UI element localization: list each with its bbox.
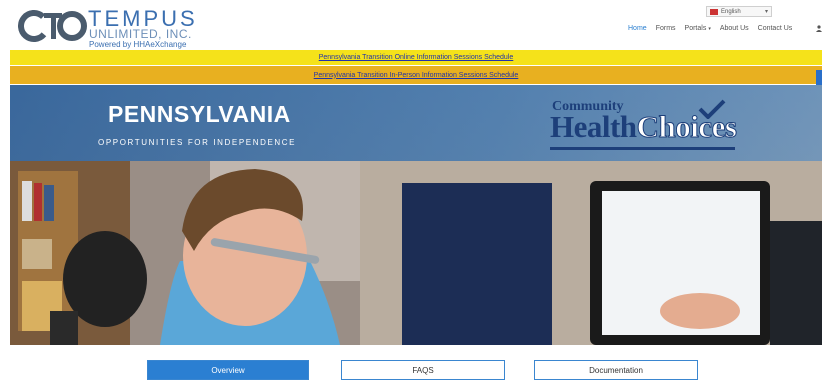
chevron-down-icon: ▾ xyxy=(708,25,711,32)
hero-subtitle: OPPORTUNITIES FOR INDEPENDENCE xyxy=(98,138,297,147)
hero-banner: PENNSYLVANIA OPPORTUNITIES FOR INDEPENDE… xyxy=(10,85,822,345)
chevron-down-icon: ▾ xyxy=(764,9,768,15)
nav-item-about-us[interactable]: About Us xyxy=(720,25,749,32)
logo-subname: UNLIMITED, INC. xyxy=(89,27,192,41)
checkmark-icon xyxy=(698,99,726,119)
nav-item-portals[interactable]: Portals ▾ xyxy=(685,25,711,32)
tab-documentation[interactable]: Documentation xyxy=(534,360,698,380)
nav-item-forms[interactable]: Forms xyxy=(656,25,676,32)
hero-photo xyxy=(10,161,822,345)
cto-logo-icon xyxy=(18,10,87,42)
banner-in-person-sessions: Pennsylvania Transition In-Person Inform… xyxy=(10,66,822,84)
in-person-sessions-link[interactable]: Pennsylvania Transition In-Person Inform… xyxy=(314,72,519,79)
language-selected-value: English xyxy=(721,8,741,15)
banner-online-sessions: Pennsylvania Transition Online Informati… xyxy=(10,50,822,65)
tab-faqs[interactable]: FAQS xyxy=(341,360,505,380)
tab-overview[interactable]: Overview xyxy=(147,360,309,380)
site-header: TEMPUS UNLIMITED, INC. Powered by HHAeXc… xyxy=(0,0,822,50)
nav-item-portals-label: Portals xyxy=(684,24,707,32)
user-icon[interactable] xyxy=(816,25,822,32)
community-health-choices-logo: Community HealthChoices xyxy=(548,99,738,157)
logo-powered-by: Powered by HHAeXchange xyxy=(89,40,187,49)
nav-item-contact-us[interactable]: Contact Us xyxy=(758,25,793,32)
hero-title: PENNSYLVANIA xyxy=(108,101,291,127)
section-tabs: Overview FAQS Documentation xyxy=(0,345,822,380)
us-flag-icon xyxy=(710,8,718,15)
tempus-logo[interactable]: TEMPUS UNLIMITED, INC. Powered by HHAeXc… xyxy=(18,6,218,49)
online-sessions-link[interactable]: Pennsylvania Transition Online Informati… xyxy=(319,54,514,61)
chc-underline xyxy=(550,147,735,150)
main-nav: Home Forms Portals ▾ About Us Contact Us xyxy=(628,22,801,34)
language-select[interactable]: English ▾ xyxy=(706,6,772,17)
chc-health-word: Health xyxy=(550,109,637,144)
nav-item-home[interactable]: Home xyxy=(628,25,647,32)
